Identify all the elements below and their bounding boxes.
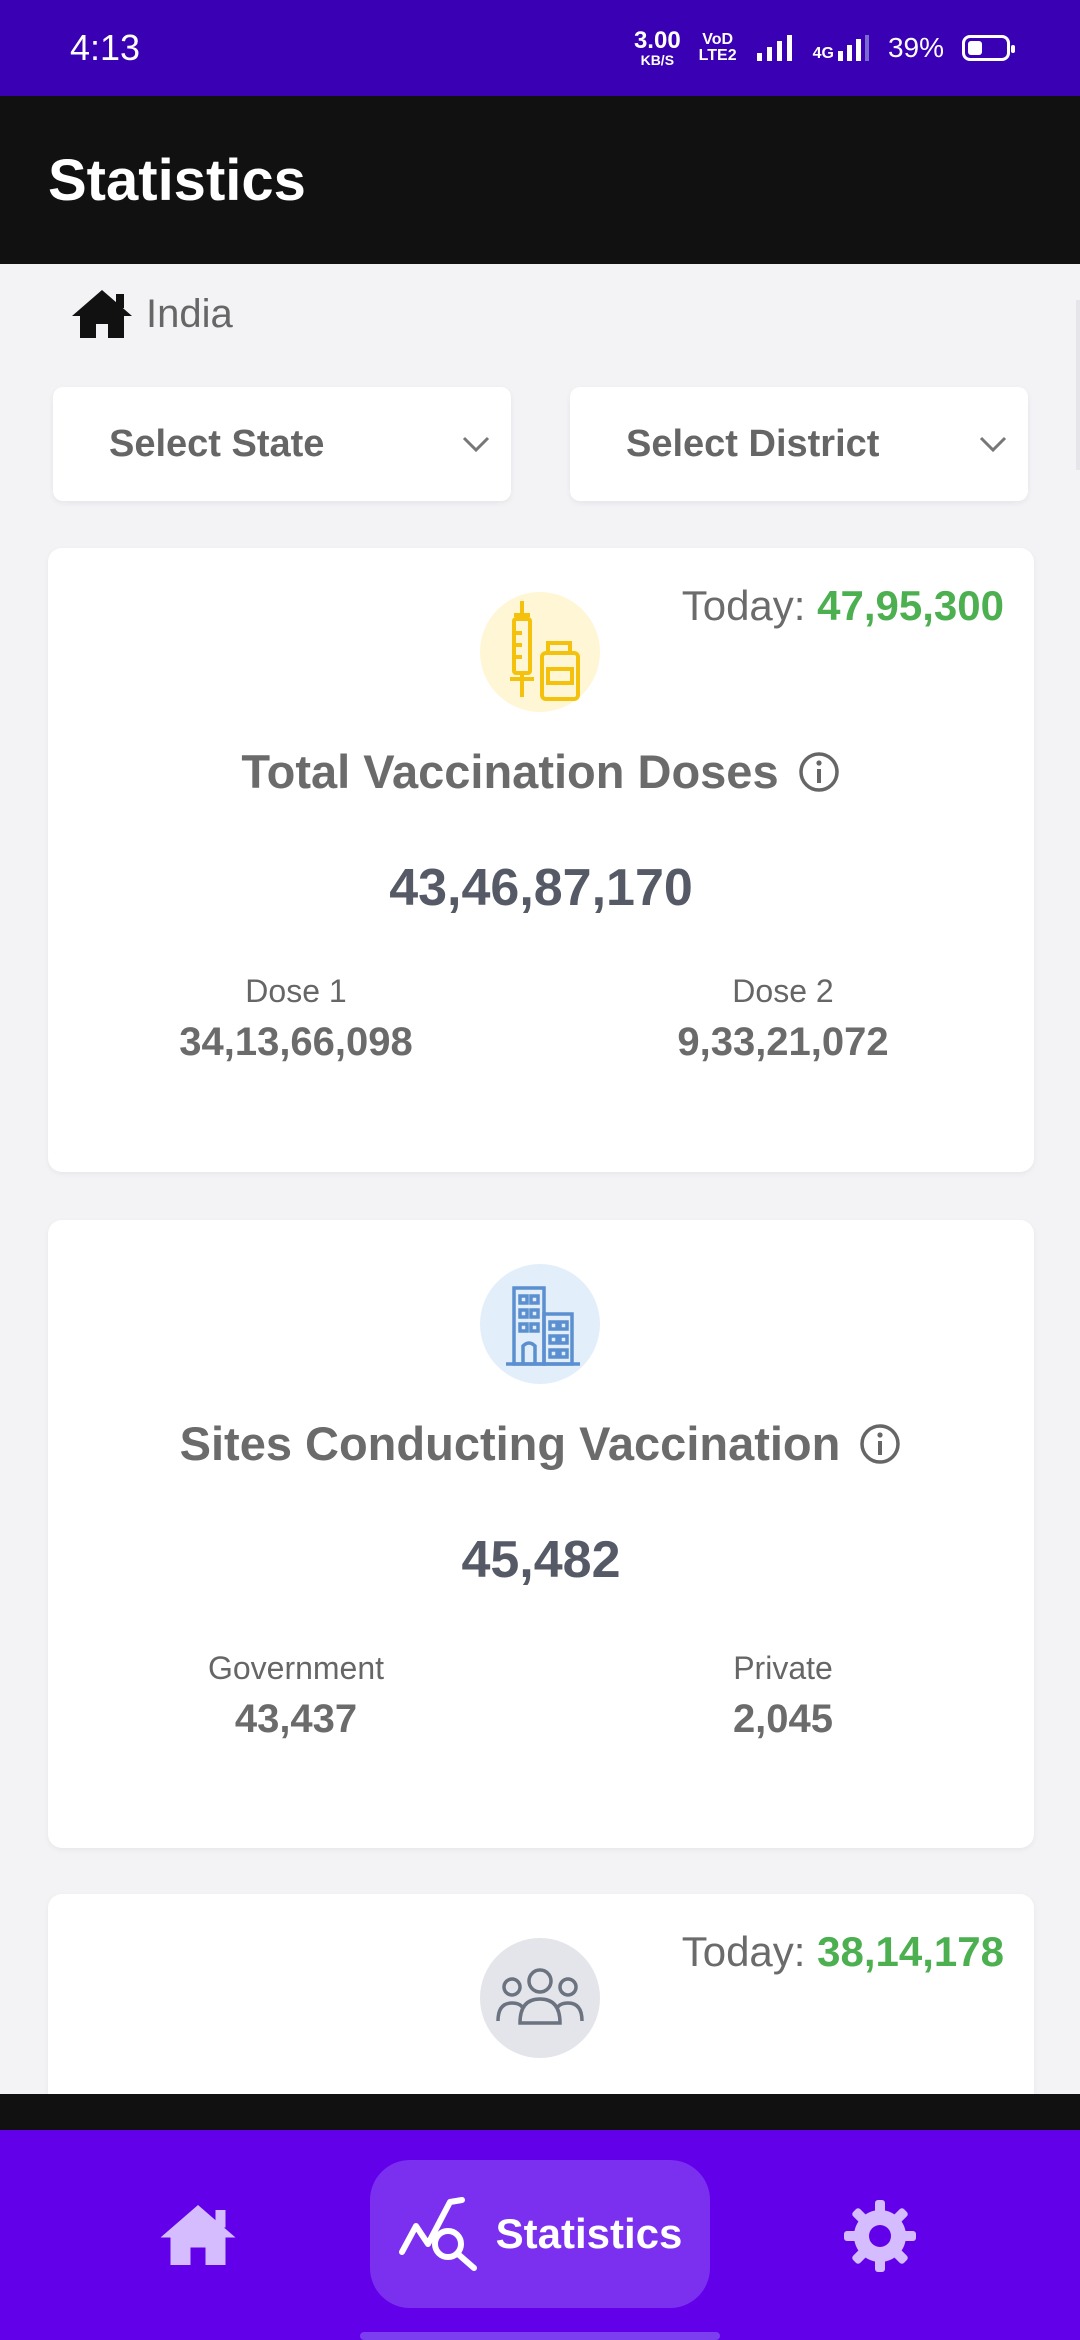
volte-icon: VoD LTE2 xyxy=(699,32,737,64)
card-total: 43,46,87,170 xyxy=(389,859,693,917)
private-value: 2,045 xyxy=(732,1697,834,1741)
nav-divider xyxy=(0,2094,1080,2130)
card-title-text: Total Vaccination Doses xyxy=(241,745,779,798)
nav-statistics-label: Statistics xyxy=(495,2210,683,2257)
volte-top: VoD xyxy=(702,31,734,48)
card-total: 45,482 xyxy=(461,1531,621,1589)
vaccination-sites-card: Sites Conducting Vaccination 45,482 Gove… xyxy=(48,1220,1034,1848)
gear-icon xyxy=(844,2200,916,2272)
app-bar: Statistics xyxy=(0,96,1080,264)
vaccinated-people-card: Today: 38,14,178 xyxy=(48,1894,1034,2114)
breadcrumb-label: India xyxy=(146,291,233,336)
vaccination-doses-card: Today: 47,95,300 Total Vaccination Doses xyxy=(48,548,1034,1172)
volte-bottom: LTE2 xyxy=(698,47,737,64)
card-title-text: Sites Conducting Vaccination xyxy=(179,1417,841,1470)
signal-icon xyxy=(756,35,792,61)
government-value: 43,437 xyxy=(234,1697,358,1741)
info-icon[interactable] xyxy=(797,750,841,794)
status-bar: 4:13 3.00 KB/S VoD LTE2 4G 39% xyxy=(0,0,1080,96)
network-speed-unit: KB/S xyxy=(640,52,675,68)
card-title: Total Vaccination Doses xyxy=(48,744,1034,799)
bottom-navigation: Statistics xyxy=(0,2130,1080,2340)
dose-1-label: Dose 1 xyxy=(245,973,347,1009)
people-group-icon xyxy=(480,1938,600,2058)
dose-1-value: 34,13,66,098 xyxy=(179,1020,413,1064)
nav-home-button[interactable] xyxy=(158,2200,238,2275)
page-title: Statistics xyxy=(48,147,306,213)
select-district-label: Select District xyxy=(626,422,880,465)
dose-1-stat: Dose 1 34,13,66,098 xyxy=(96,973,496,1065)
vaccine-vial-icon xyxy=(480,592,600,712)
breadcrumb[interactable]: India xyxy=(70,286,233,342)
network-speed-value: 3.00 xyxy=(633,27,681,54)
nav-settings-button[interactable] xyxy=(842,2198,918,2279)
dose-2-label: Dose 2 xyxy=(732,973,834,1009)
building-icon xyxy=(480,1264,600,1384)
dose-2-value: 9,33,21,072 xyxy=(677,1020,889,1064)
today-count: Today: 47,95,300 xyxy=(682,582,1004,630)
today-count: Today: 38,14,178 xyxy=(682,1928,1004,1976)
today-value: 47,95,300 xyxy=(817,582,1004,629)
private-label: Private xyxy=(733,1650,833,1686)
network-speed: 3.00 KB/S xyxy=(633,27,681,68)
today-label: Today: xyxy=(681,1928,806,1975)
select-district-dropdown[interactable]: Select District xyxy=(570,387,1028,501)
scrollbar[interactable] xyxy=(1076,300,1080,470)
info-icon[interactable] xyxy=(858,1422,902,1466)
home-icon xyxy=(160,2205,236,2265)
government-sites-stat: Government 43,437 xyxy=(96,1650,496,1742)
battery-percent: 39% xyxy=(887,32,944,63)
battery-icon xyxy=(962,35,1015,61)
chevron-down-icon xyxy=(979,436,1007,453)
network-type: 4G xyxy=(812,45,834,62)
status-icons: 3.00 KB/S VoD LTE2 4G 39% xyxy=(633,27,1015,68)
today-value: 38,14,178 xyxy=(817,1928,1004,1975)
home-icon xyxy=(72,290,132,338)
today-label: Today: xyxy=(681,582,806,629)
private-sites-stat: Private 2,045 xyxy=(583,1650,983,1742)
status-time: 4:13 xyxy=(70,27,141,68)
nav-statistics-button[interactable]: Statistics xyxy=(370,2160,710,2308)
statistics-icon xyxy=(398,2197,477,2271)
card-title: Sites Conducting Vaccination xyxy=(48,1416,1034,1471)
dose-2-stat: Dose 2 9,33,21,072 xyxy=(583,973,983,1065)
government-label: Government xyxy=(207,1650,385,1686)
select-state-dropdown[interactable]: Select State xyxy=(53,387,511,501)
signal-4g-icon: 4G xyxy=(813,33,870,63)
chevron-down-icon xyxy=(462,436,490,453)
select-state-label: Select State xyxy=(109,422,325,465)
home-indicator xyxy=(360,2332,720,2340)
